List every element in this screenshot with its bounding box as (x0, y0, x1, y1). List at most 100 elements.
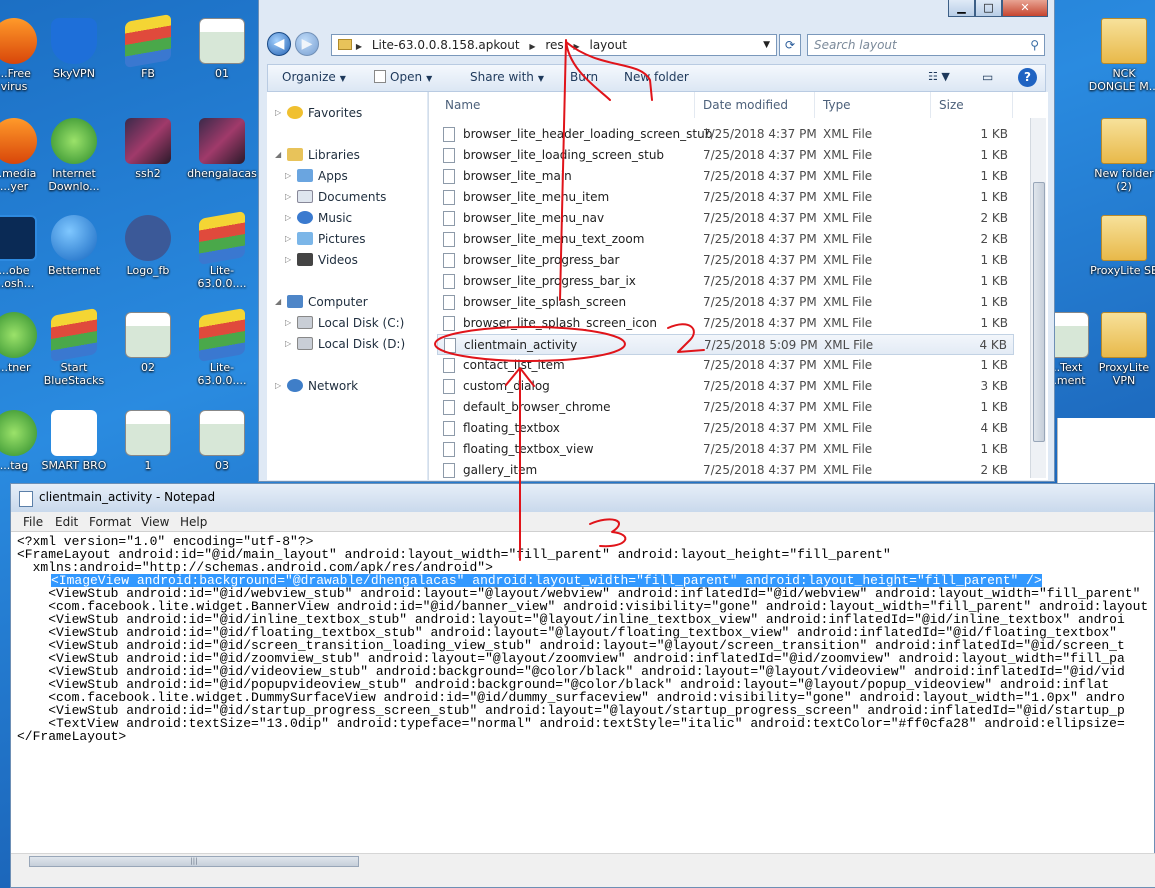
desktop-icon[interactable]: SMART BRO (38, 410, 110, 472)
file-row[interactable]: browser_lite_progress_bar_ix 7/25/2018 4:… (437, 271, 1014, 292)
desktop-icon[interactable]: dhengalacas (186, 118, 258, 180)
desktop-icon-label: 1 (144, 459, 152, 472)
file-row[interactable]: browser_lite_main 7/25/2018 4:37 PM XML Fi… (437, 166, 1014, 187)
nav-libraries[interactable]: ◢ Libraries (275, 148, 360, 162)
share-with-button[interactable]: Share with ▼ (470, 70, 544, 84)
new-folder-button[interactable]: New folder (624, 70, 689, 84)
file-row[interactable]: floating_textbox_view 7/25/2018 4:37 PM XM… (437, 439, 1014, 460)
notepad-title-bar[interactable]: clientmain_activity - Notepad (11, 484, 1154, 512)
desktop-icon[interactable]: Betternet (38, 215, 110, 277)
file-row-selected[interactable]: clientmain_activity 7/25/2018 5:09 PM XML … (437, 334, 1014, 355)
maximize-button[interactable]: □ (975, 0, 1002, 17)
nav-local-disk-d[interactable]: ▷ Local Disk (D:) (285, 337, 405, 351)
nav-documents[interactable]: ▷ Documents (285, 190, 386, 204)
minimize-button[interactable]: ▁ (948, 0, 975, 17)
scrollbar-thumb[interactable] (1033, 182, 1045, 442)
forward-arrow-icon[interactable]: ▶ (295, 32, 319, 56)
desktop-icon[interactable]: Lite-63.0.0.... (186, 307, 258, 387)
desktop-icon[interactable]: SkyVPN (38, 18, 110, 80)
file-row[interactable]: browser_lite_menu_nav 7/25/2018 4:37 PM XM… (437, 208, 1014, 229)
desktop-icon-label: NCK DONGLE M... (1088, 67, 1155, 93)
breadcrumb-res[interactable]: res (545, 38, 563, 52)
photoshop-icon (0, 215, 37, 261)
file-row[interactable]: browser_lite_splash_screen_icon 7/25/2018… (437, 313, 1014, 334)
chevron-right-icon: ▶ (355, 42, 362, 51)
file-type: XML File (823, 316, 873, 330)
view-options-icon[interactable]: ☷ ▼ (928, 70, 950, 83)
file-date: 7/25/2018 4:37 PM (703, 190, 817, 204)
breadcrumb-layout[interactable]: layout (589, 38, 626, 52)
desktop-icon[interactable]: 01 (186, 18, 258, 80)
column-size[interactable]: Size (931, 92, 1013, 118)
xml-file-icon (443, 421, 455, 436)
file-type: XML File (823, 379, 873, 393)
xml-file-icon (444, 338, 456, 353)
desktop-icon[interactable]: Lite-63.0.0.... (186, 210, 258, 290)
desktop-icon[interactable]: New folder (2) (1088, 118, 1155, 193)
file-row[interactable]: browser_lite_splash_screen 7/25/2018 4:37… (437, 292, 1014, 313)
back-arrow-icon[interactable]: ◀ (267, 32, 291, 56)
screenshot-icon (125, 312, 171, 358)
refresh-icon[interactable]: ⟳ (779, 34, 801, 56)
file-size: 1 KB (980, 253, 1008, 267)
file-row[interactable]: browser_lite_header_loading_screen_stub 7… (437, 124, 1014, 145)
desktop-icon[interactable]: ssh2 (112, 118, 184, 180)
column-date-modified[interactable]: Date modified (695, 92, 815, 118)
open-button[interactable]: Open ▼ (374, 70, 432, 84)
file-date: 7/25/2018 4:37 PM (703, 211, 817, 225)
desktop-icon[interactable]: Start BlueStacks (38, 307, 110, 387)
file-row[interactable]: default_browser_chrome 7/25/2018 4:37 PM X… (437, 397, 1014, 418)
desktop-icon[interactable]: NCK DONGLE M... (1088, 18, 1155, 93)
burn-button[interactable]: Burn (570, 70, 598, 84)
menu-view[interactable]: View (141, 515, 169, 529)
vertical-scrollbar[interactable] (1030, 118, 1046, 478)
menu-help[interactable]: Help (180, 515, 207, 529)
desktop-icon[interactable]: Internet Downlo... (38, 118, 110, 193)
desktop-icon[interactable]: ProxyLite SE (1088, 215, 1155, 277)
address-bar[interactable]: ▶ Lite-63.0.0.8.158.apkout ▶ res ▶ layou… (331, 34, 777, 56)
file-row[interactable]: contact_list_item 7/25/2018 4:37 PM XML Fi… (437, 355, 1014, 376)
desktop-icon[interactable]: 02 (112, 312, 184, 374)
desktop-icon[interactable]: 03 (186, 410, 258, 472)
file-type: XML File (823, 295, 873, 309)
desktop-icon[interactable]: Logo_fb (112, 215, 184, 277)
file-name: browser_lite_menu_item (463, 190, 610, 204)
nav-local-disk-c[interactable]: ▷ Local Disk (C:) (285, 316, 404, 330)
help-icon[interactable]: ? (1018, 68, 1037, 87)
file-row[interactable]: browser_lite_menu_text_zoom 7/25/2018 4:3… (437, 229, 1014, 250)
desktop-icon-label: SMART BRO (41, 459, 107, 472)
scrollbar-thumb[interactable]: ||| (29, 856, 359, 867)
nav-network[interactable]: ▷ Network (275, 379, 358, 393)
desktop-icon[interactable]: FB (112, 13, 184, 80)
organize-button[interactable]: Organize ▼ (282, 70, 346, 84)
horizontal-scrollbar[interactable]: ||| (11, 853, 1155, 869)
nav-apps[interactable]: ▷ Apps (285, 169, 348, 183)
file-row[interactable]: floating_textbox 7/25/2018 4:37 PM XML Fil… (437, 418, 1014, 439)
menu-file[interactable]: File (23, 515, 43, 529)
nav-computer[interactable]: ◢ Computer (275, 295, 368, 309)
nav-pictures[interactable]: ▷ Pictures (285, 232, 366, 246)
nav-favorites[interactable]: ▷ Favorites (275, 106, 362, 120)
breadcrumb-apkout[interactable]: Lite-63.0.0.8.158.apkout (372, 38, 520, 52)
preview-pane-icon[interactable]: ▭ (982, 70, 993, 84)
file-row[interactable]: browser_lite_loading_screen_stub 7/25/201… (437, 145, 1014, 166)
nav-music[interactable]: ▷ Music (285, 211, 352, 225)
smartbro-icon (51, 410, 97, 456)
text-editor-area[interactable]: <?xml version="1.0" encoding="utf-8"?> <F… (11, 532, 1155, 854)
file-row[interactable]: browser_lite_progress_bar 7/25/2018 4:37 … (437, 250, 1014, 271)
desktop-icon[interactable]: 1 (112, 410, 184, 472)
bluestacks-icon (199, 307, 245, 363)
file-row[interactable]: browser_lite_menu_item 7/25/2018 4:37 PM X… (437, 187, 1014, 208)
column-name[interactable]: Name (437, 92, 695, 118)
search-input[interactable]: Search layout ⚲ (807, 34, 1045, 56)
file-row[interactable]: gallery_item 7/25/2018 4:37 PM XML File 2 K… (437, 460, 1014, 481)
nav-videos[interactable]: ▷ Videos (285, 253, 358, 267)
menu-edit[interactable]: Edit (55, 515, 78, 529)
menu-format[interactable]: Format (89, 515, 131, 529)
chevron-down-icon[interactable]: ▼ (763, 35, 770, 55)
column-type[interactable]: Type (815, 92, 931, 118)
close-button[interactable]: ✕ (1002, 0, 1048, 17)
file-name: browser_lite_progress_bar_ix (463, 274, 636, 288)
file-date: 7/25/2018 4:37 PM (703, 127, 817, 141)
file-row[interactable]: custom_dialog 7/25/2018 4:37 PM XML File 3 … (437, 376, 1014, 397)
